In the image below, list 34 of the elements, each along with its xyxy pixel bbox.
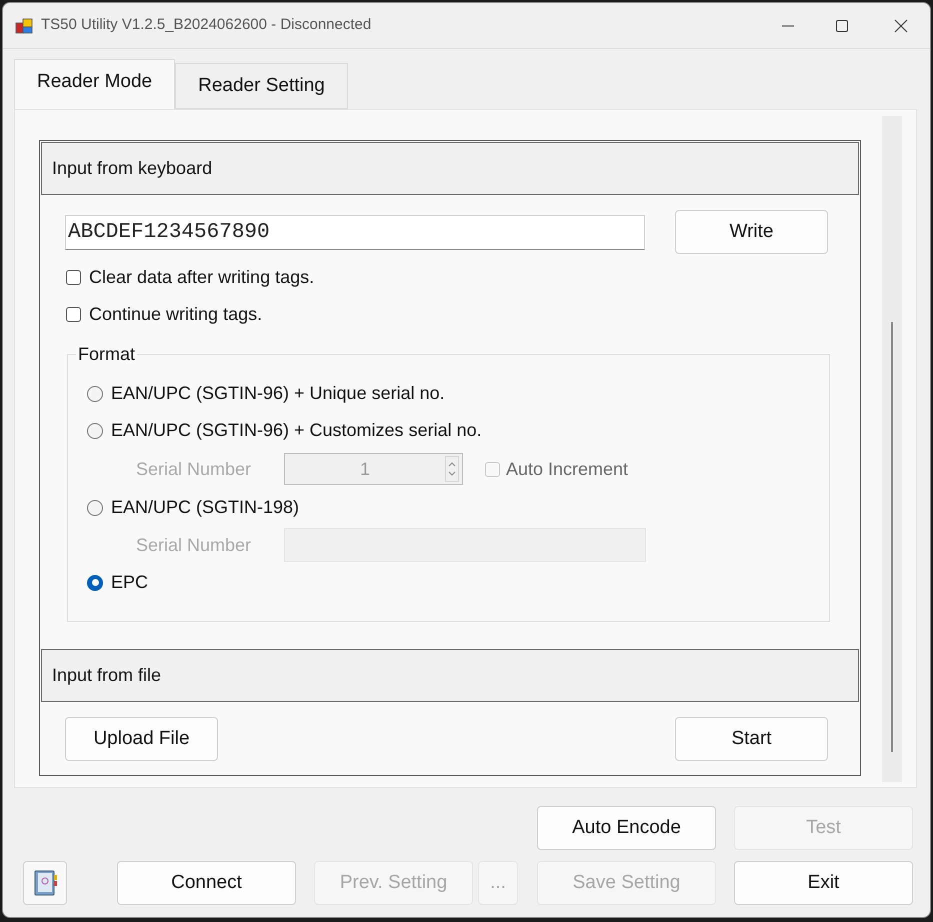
connect-button[interactable]: Connect	[117, 861, 296, 905]
radio-button[interactable]	[87, 386, 103, 402]
radio-label: EPC	[111, 571, 148, 594]
checkbox-label: Continue writing tags.	[89, 303, 262, 326]
input-field[interactable]: ABCDEF1234567890	[65, 214, 645, 250]
book-icon	[32, 869, 58, 897]
checkbox-label: Auto Increment	[506, 458, 628, 480]
radio-button[interactable]	[87, 500, 103, 516]
radio-button[interactable]	[87, 422, 103, 438]
window-title: TS50 Utility V1.2.5_B2024062600 - Disconnected	[41, 15, 372, 36]
close-icon[interactable]	[894, 18, 908, 32]
spinner-arrows-icon[interactable]	[445, 456, 459, 482]
app-icon	[15, 18, 33, 34]
radio-label: EAN/UPC (SGTIN-198)	[111, 496, 300, 519]
book-icon-button[interactable]	[23, 861, 67, 905]
tab[interactable]: Reader Setting	[175, 63, 348, 109]
auto-encode-button[interactable]: Auto Encode	[537, 806, 716, 850]
start-button[interactable]: Start	[675, 717, 828, 761]
scrollbar[interactable]	[882, 116, 902, 782]
upload-file-button[interactable]: Upload File	[65, 717, 218, 761]
radio-label: EAN/UPC (SGTIN-96) + Unique serial no.	[111, 382, 445, 405]
section-header: Input from keyboard	[41, 142, 859, 195]
checkbox-label: Clear data after writing tags.	[89, 266, 314, 289]
radio-label: EAN/UPC (SGTIN-96) + Customizes serial no.	[111, 419, 482, 442]
checkbox[interactable]	[66, 270, 81, 285]
maximize-icon[interactable]	[835, 18, 849, 32]
field-label: Serial Number	[136, 534, 252, 556]
field-label: Serial Number	[136, 458, 252, 480]
radio-button[interactable]	[87, 574, 103, 590]
checkbox[interactable]	[66, 307, 81, 322]
write-button[interactable]: Write	[675, 210, 828, 254]
section-header: Input from file	[41, 649, 859, 702]
tab[interactable]: Reader Mode	[14, 59, 176, 109]
exit-button[interactable]: Exit	[734, 861, 913, 905]
